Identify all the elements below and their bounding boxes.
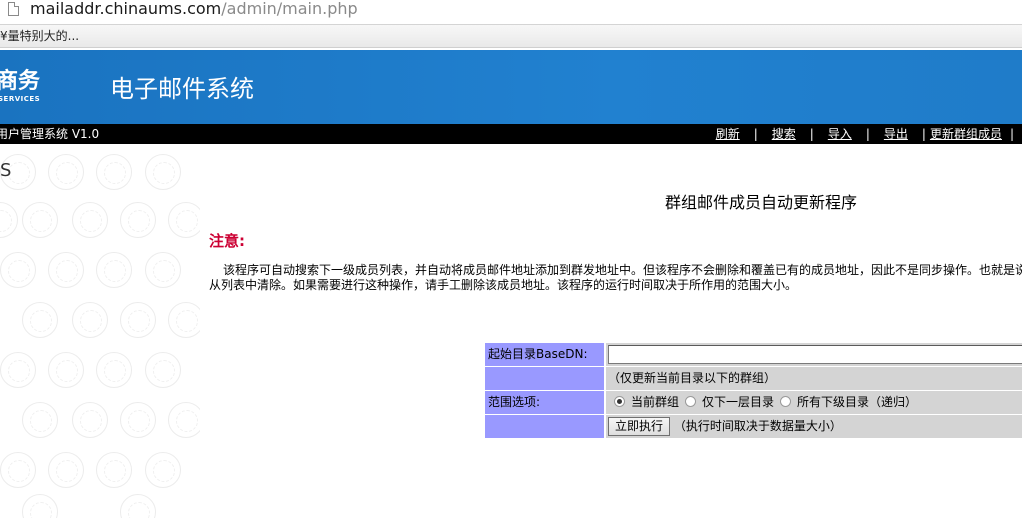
basedn-hint-row: （仅更新当前目录以下的群组） bbox=[485, 367, 1022, 390]
watermark-seal bbox=[168, 202, 200, 238]
run-hint: （执行时间取决于数据量大小） bbox=[673, 419, 842, 433]
nav-export-link[interactable]: 导出 bbox=[884, 127, 908, 141]
watermark-seal bbox=[72, 402, 108, 438]
watermark-seal bbox=[120, 202, 156, 238]
watermark-seal bbox=[96, 452, 132, 488]
status-text: ¥量特别大的... bbox=[0, 29, 80, 43]
empty-label-cell bbox=[485, 367, 604, 390]
nav-separator: | bbox=[809, 127, 814, 141]
basedn-cell bbox=[606, 343, 1022, 366]
watermark-seal bbox=[96, 252, 132, 288]
notice-line: 该程序可自动搜索下一级成员列表，并自动将成员邮件地址添加到群发地址中。但该程序不… bbox=[223, 263, 1022, 277]
notice-line: 从列表中清除。如果需要进行这种操作，请手工删除该成员地址。该程序的运行时间取决于… bbox=[209, 278, 798, 292]
notice-label: 注意: bbox=[209, 232, 245, 250]
sidebar-letter: S bbox=[0, 160, 12, 181]
watermark-seal bbox=[145, 352, 181, 388]
watermark-seal bbox=[22, 302, 58, 338]
nav-separator: | bbox=[1009, 127, 1014, 141]
watermark-seal bbox=[48, 252, 84, 288]
scope-radio-current-group[interactable] bbox=[614, 396, 625, 407]
scope-radio-recursive[interactable] bbox=[780, 396, 792, 407]
update-form: 起始目录BaseDN: （仅更新当前目录以下的群组） 范围选项: 当前群组 仅下一… bbox=[485, 343, 1022, 439]
watermark-seal bbox=[145, 154, 181, 190]
scope-row: 范围选项: 当前群组 仅下一层目录 所有下级目录（递归） bbox=[485, 391, 1022, 414]
watermark-seal bbox=[168, 402, 200, 438]
nav-bar: 用户管理系统 V1.0 刷新 | 搜索 | 导入 | 导出 | 更新群组成员 | bbox=[0, 124, 1022, 144]
watermark-seal bbox=[48, 154, 84, 190]
watermark-seal bbox=[72, 302, 108, 338]
basedn-hint-text: （仅更新当前目录以下的群组） bbox=[608, 371, 777, 385]
run-now-button[interactable]: 立即执行 bbox=[608, 417, 671, 436]
nav-update-members-link[interactable]: 更新群组成员 bbox=[930, 127, 1002, 141]
watermark-seal bbox=[72, 202, 108, 238]
url-host: mailaddr.chinaums.com bbox=[30, 0, 222, 18]
browser-url-bar[interactable]: mailaddr.chinaums.com/admin/main.php bbox=[0, 0, 1022, 22]
basedn-input[interactable] bbox=[608, 345, 1022, 364]
nav-refresh-link[interactable]: 刷新 bbox=[716, 127, 740, 141]
watermark-seal bbox=[48, 452, 84, 488]
url-text[interactable]: mailaddr.chinaums.com/admin/main.php bbox=[30, 0, 358, 19]
watermark-seal bbox=[0, 452, 36, 488]
app-version: 用户管理系统 V1.0 bbox=[0, 127, 100, 141]
page-icon bbox=[8, 2, 19, 16]
watermark-seal bbox=[96, 352, 132, 388]
watermark-seal bbox=[120, 402, 156, 438]
nav-separator: | bbox=[865, 127, 870, 141]
run-row: 立即执行 （执行时间取决于数据量大小） bbox=[485, 415, 1022, 438]
nav-import-link[interactable]: 导入 bbox=[828, 127, 852, 141]
watermark-seal bbox=[22, 494, 58, 518]
nav-separator: | bbox=[753, 127, 758, 141]
watermark-seal bbox=[0, 252, 36, 288]
scope-radio-next-level[interactable] bbox=[685, 396, 697, 407]
scope-label: 范围选项: bbox=[485, 391, 604, 414]
watermark-seal bbox=[145, 252, 181, 288]
nav-links: 刷新 | 搜索 | 导入 | 导出 | 更新群组成员 | bbox=[716, 124, 1022, 144]
watermark-seal bbox=[168, 302, 200, 338]
page-title: 群组邮件成员自动更新程序 bbox=[665, 193, 858, 212]
scope-options: 当前群组 仅下一层目录 所有下级目录（递归） bbox=[606, 391, 1022, 414]
watermark-seal bbox=[0, 352, 36, 388]
browser-status-bar: ¥量特别大的... bbox=[0, 24, 1022, 48]
brand-logo: 商务 bbox=[0, 69, 41, 94]
run-cell: 立即执行 （执行时间取决于数据量大小） bbox=[606, 415, 1022, 438]
watermark-seal bbox=[22, 402, 58, 438]
basedn-label: 起始目录BaseDN: bbox=[485, 343, 604, 366]
watermark-seal bbox=[22, 202, 58, 238]
watermark-seal bbox=[120, 302, 156, 338]
basedn-hint: （仅更新当前目录以下的群组） bbox=[606, 367, 1022, 390]
nav-separator: | bbox=[921, 127, 926, 141]
basedn-row: 起始目录BaseDN: bbox=[485, 343, 1022, 366]
watermark-seal bbox=[145, 452, 181, 488]
nav-search-link[interactable]: 搜索 bbox=[772, 127, 796, 141]
scope-option-label: 所有下级目录（递归） bbox=[797, 395, 918, 409]
watermark-seal bbox=[96, 154, 132, 190]
scope-option-label: 仅下一层目录 bbox=[702, 395, 775, 409]
watermark-seal bbox=[48, 352, 84, 388]
empty-label-cell bbox=[485, 415, 604, 438]
header-banner: 商务 SERVICES 电子邮件系统 bbox=[0, 50, 1022, 124]
notice-text: 该程序可自动搜索下一级成员列表，并自动将成员邮件地址添加到群发地址中。但该程序不… bbox=[209, 263, 1022, 295]
watermark-background bbox=[0, 144, 200, 518]
url-path: /admin/main.php bbox=[221, 0, 358, 18]
system-title: 电子邮件系统 bbox=[110, 75, 254, 103]
brand-logo-subtitle: SERVICES bbox=[0, 95, 41, 103]
scope-option-label: 当前群组 bbox=[631, 395, 680, 409]
watermark-seal bbox=[0, 202, 18, 238]
watermark-seal bbox=[120, 494, 156, 518]
